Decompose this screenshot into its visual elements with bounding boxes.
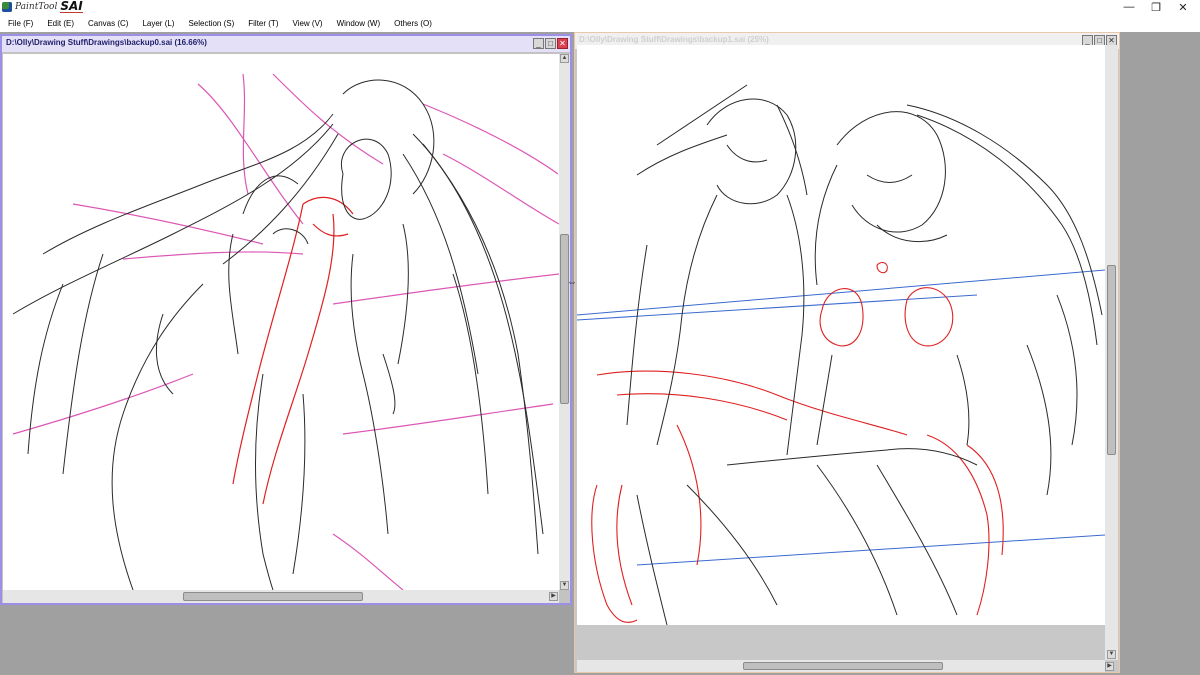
app-logo-big: SAI — [60, 0, 83, 13]
sketch-artwork — [12, 73, 559, 590]
menu-edit[interactable]: Edit (E) — [39, 19, 80, 28]
menu-bar: File (F) Edit (E) Canvas (C) Layer (L) S… — [0, 14, 1200, 32]
scroll-right-arrow[interactable]: ▶ — [1105, 662, 1114, 671]
app-logo-small: PaintTool — [15, 2, 58, 12]
document-title: D:\Olly\Drawing Stuff\Drawings\backup0.s… — [6, 38, 207, 47]
menu-filter[interactable]: Filter (T) — [240, 19, 284, 28]
document-window-backup1[interactable]: D:\Olly\Drawing Stuff\Drawings\backup1.s… — [574, 32, 1120, 673]
menu-others[interactable]: Others (O) — [386, 19, 438, 28]
horizontal-scroll-thumb[interactable] — [183, 592, 363, 601]
menu-window[interactable]: Window (W) — [329, 19, 387, 28]
drawing-canvas[interactable] — [3, 54, 559, 590]
doc-close-button[interactable]: ✕ — [557, 38, 568, 49]
scroll-down-arrow[interactable]: ▼ — [1107, 650, 1116, 659]
menu-layer[interactable]: Layer (L) — [134, 19, 180, 28]
horizontal-scrollbar[interactable]: ▶ — [3, 590, 559, 603]
window-minimize-button[interactable]: — — [1114, 0, 1144, 14]
drawing-canvas[interactable] — [577, 45, 1105, 625]
vertical-scrollbar[interactable]: ▼ — [1105, 45, 1118, 660]
horizontal-scroll-thumb[interactable] — [743, 662, 943, 670]
window-restore-button[interactable]: ❐ — [1141, 0, 1171, 14]
resize-cursor-icon: ⇔ — [567, 277, 577, 288]
menu-view[interactable]: View (V) — [284, 19, 328, 28]
document-titlebar[interactable]: D:\Olly\Drawing Stuff\Drawings\backup0.s… — [2, 36, 570, 52]
window-close-button[interactable]: ✕ — [1168, 0, 1198, 14]
document-window-backup0[interactable]: D:\Olly\Drawing Stuff\Drawings\backup0.s… — [0, 34, 572, 605]
scroll-down-arrow[interactable]: ▼ — [560, 581, 569, 590]
app-logo-icon — [2, 2, 12, 12]
vertical-scroll-thumb[interactable] — [1107, 265, 1116, 455]
doc-minimize-button[interactable]: _ — [533, 38, 544, 49]
workspace: D:\Olly\Drawing Stuff\Drawings\backup0.s… — [0, 32, 1200, 675]
vertical-scroll-thumb[interactable] — [560, 234, 569, 404]
scroll-up-arrow[interactable]: ▲ — [560, 54, 569, 63]
menu-canvas[interactable]: Canvas (C) — [80, 19, 134, 28]
app-logo: PaintTool SAI — [2, 0, 83, 14]
sketch-artwork — [577, 84, 1105, 625]
document-title: D:\Olly\Drawing Stuff\Drawings\backup1.s… — [579, 35, 769, 44]
menu-file[interactable]: File (F) — [0, 19, 39, 28]
scroll-right-arrow[interactable]: ▶ — [549, 592, 558, 601]
app-titlebar: PaintTool SAI — ❐ ✕ — [0, 0, 1200, 14]
menu-selection[interactable]: Selection (S) — [180, 19, 240, 28]
horizontal-scrollbar[interactable]: ▶ — [577, 660, 1114, 672]
doc-maximize-button[interactable]: □ — [545, 38, 556, 49]
vertical-scrollbar[interactable]: ▲ ▼ — [559, 54, 570, 590]
